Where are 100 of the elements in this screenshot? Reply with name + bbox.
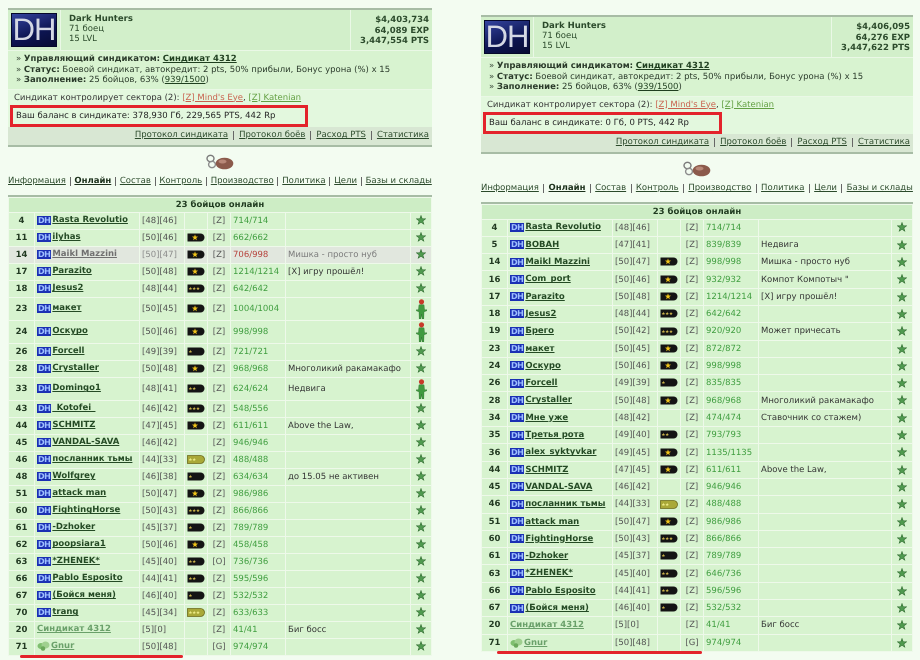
rank-icon [187,364,205,373]
member-number: 4 [9,212,34,228]
nav-link[interactable]: Онлайн [74,176,112,187]
health-value: 41/41 [231,622,285,638]
member-link[interactable]: Wolfgrey [52,471,96,482]
clan-tag: DH [37,346,52,356]
member-link[interactable]: посланник тьмы [525,499,606,510]
member-link[interactable]: Оскуро [52,326,88,336]
member-link[interactable]: Forcell [52,346,84,356]
member-levels: [44][33] [140,452,184,468]
info-link[interactable]: 939/1500 [164,75,206,85]
clan-name: Dark Hunters [542,21,607,31]
member-link[interactable]: посланник тьмы [52,454,132,464]
nav-link[interactable]: Политика [282,176,326,187]
info-link[interactable]: Синдикат 4312 [162,54,237,64]
member-link[interactable]: Maikl Mazzini [525,257,590,268]
sector-code: [Z] [681,271,703,288]
member-link[interactable]: VANDAL-SAVA [52,437,120,448]
member-link[interactable]: attack man [52,488,106,498]
member-levels: [50][45] [140,298,184,320]
sector-code: [Z] [681,410,703,426]
member-link[interactable]: FightingHorse [525,534,594,544]
member-link[interactable]: Jesus2 [525,308,556,319]
member-link[interactable]: Crystaller [525,395,572,406]
sector-code: [Z] [208,360,230,376]
nav-link[interactable]: Информация [8,176,66,187]
member-link[interactable]: -Dzhoker [52,522,96,532]
nav-link[interactable]: Политика [761,183,804,194]
member-levels: [50][45] [613,340,657,357]
protocol-link[interactable]: Расход PTS [797,137,847,148]
member-link[interactable]: Parazito [525,292,565,302]
protocol-link[interactable]: Протокол синдиката [134,130,228,141]
member-link[interactable]: Forcell [525,378,558,388]
member-link[interactable]: Parazito [52,266,92,276]
nav-link[interactable]: Состав [595,183,626,194]
nav-link[interactable]: Информация [481,183,539,194]
member-link[interactable]: Pablo Esposito [52,573,123,584]
nav-link[interactable]: Контроль [159,176,202,187]
member-link[interactable]: -Dzhoker [525,551,568,562]
protocol-link[interactable]: Статистика [376,130,429,141]
nav-link[interactable]: Состав [120,176,151,187]
member-link[interactable]: SCHMITZ [52,420,96,430]
health-value: 611/611 [704,462,758,478]
member-link[interactable]: Брего [525,326,554,336]
protocol-link[interactable]: Статистика [858,137,910,148]
member-number: 71 [9,638,34,654]
nav-link[interactable]: Базы и склады [846,183,913,194]
member-link[interactable]: BOBAH [525,240,560,250]
nav-link[interactable]: Цели [814,183,837,194]
member-link[interactable]: FightingHorse [52,505,120,516]
member-link[interactable]: макет [52,303,82,314]
member-link[interactable]: Jesus2 [52,283,84,294]
member-link[interactable]: _Kotofei_ [52,403,96,414]
member-link[interactable]: (Бойся меня) [525,603,589,614]
member-levels: [49][45] [613,444,657,461]
star-icon [897,274,907,284]
member-levels: [50][48] [140,360,184,376]
member-link[interactable]: Rasta Revolutio [52,215,128,226]
member-link[interactable]: Crystaller [52,363,99,374]
health-value: 789/789 [704,548,758,564]
nav-link[interactable]: Онлайн [548,183,586,194]
star-icon [897,603,907,614]
member-link[interactable]: Мне уже [525,412,568,423]
member-link[interactable]: SCHMITZ [525,464,568,475]
nav-link[interactable]: Базы и склады [366,176,432,187]
member-link[interactable]: attack man [525,516,580,527]
member-link[interactable]: Domingo1 [52,383,101,394]
protocol-link[interactable]: Протокол боёв [720,137,786,148]
nav-link[interactable]: Цели [334,176,357,187]
protocol-link[interactable]: Расход PTS [316,130,366,141]
sector-link[interactable]: [Z] Mind's Eye [655,100,716,110]
member-link[interactable]: Rasta Revolutio [525,222,601,232]
star-icon [897,308,907,319]
member-link[interactable]: Третья рота [525,430,584,440]
member-link[interactable]: VANDAL-SAVA [525,482,592,492]
member-link[interactable]: Pablo Esposito [525,586,596,596]
member-link[interactable]: Com_port [525,274,571,284]
member-link[interactable]: (Бойся меня) [52,590,116,600]
nav-link[interactable]: Производство [688,183,752,194]
member-link[interactable]: Maikl Mazzini [52,249,117,260]
member-link[interactable]: *ZHENEK* [525,568,573,578]
member-link[interactable]: alex_syktyvkar [525,447,596,458]
sector-code: [Z] [681,236,703,254]
protocol-link[interactable]: Протокол боёв [239,130,306,141]
sector-code: [Z] [681,582,703,600]
member-link[interactable]: poopsiara1 [52,539,106,550]
info-link[interactable]: 939/1500 [638,82,678,92]
member-link[interactable]: макет [525,344,554,354]
member-link[interactable]: Оскуро [525,360,561,371]
nav-link[interactable]: Производство [210,176,274,187]
member-link[interactable]: *ZHENEK* [52,556,100,566]
member-link[interactable]: ilyhas [52,232,81,242]
sector-link[interactable]: [Z] Mind's Eye [182,92,243,102]
protocol-link[interactable]: Протокол синдиката [616,137,710,148]
clan-name: Dark Hunters [69,14,134,24]
member-link[interactable]: trang [52,607,78,618]
health-value: 532/532 [704,600,758,616]
nav-link[interactable]: Контроль [636,183,679,194]
health-value: 986/986 [704,514,758,530]
info-link[interactable]: Синдикат 4312 [636,61,710,71]
